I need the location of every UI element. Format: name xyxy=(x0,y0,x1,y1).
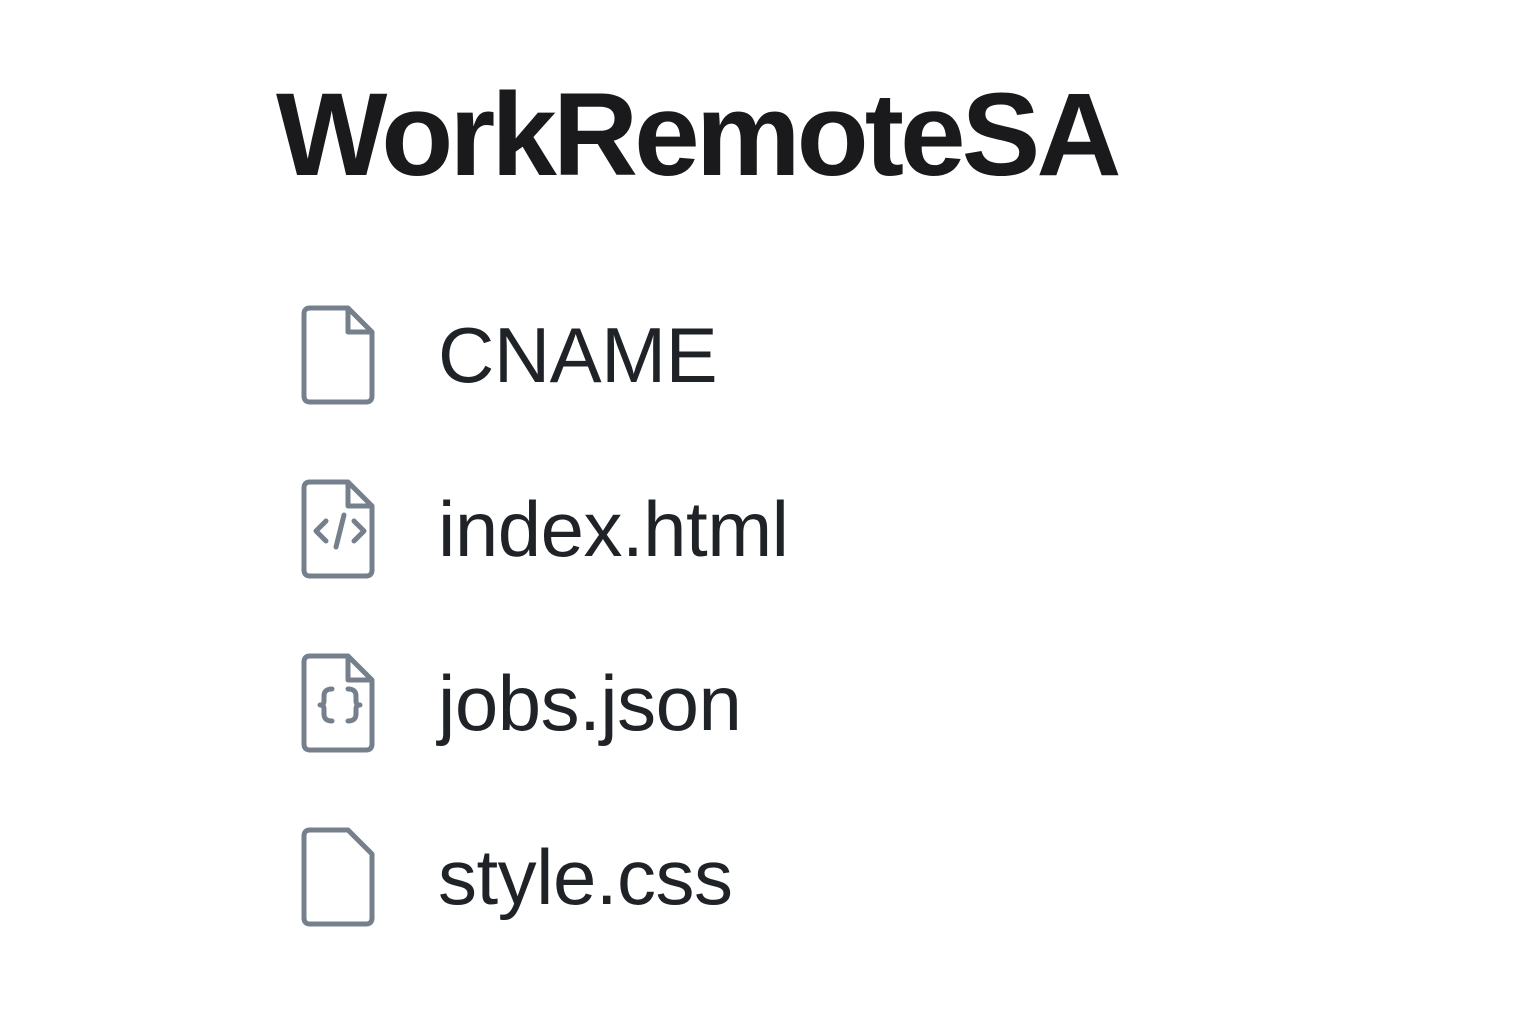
file-name[interactable]: jobs.json xyxy=(438,658,742,748)
file-icon xyxy=(300,303,380,407)
file-row-style-css[interactable]: style.css xyxy=(300,822,789,932)
file-row-cname[interactable]: CNAME xyxy=(300,300,789,410)
file-row-jobs-json[interactable]: jobs.json xyxy=(300,648,789,758)
file-json-icon xyxy=(300,651,380,755)
file-name[interactable]: index.html xyxy=(438,484,789,574)
file-code-icon xyxy=(300,477,380,581)
repo-title[interactable]: WorkRemoteSA xyxy=(276,70,1122,200)
repository-page: WorkRemoteSA CNAME index.html jobs.json … xyxy=(0,0,1536,1024)
file-row-index-html[interactable]: index.html xyxy=(300,474,789,584)
file-list: CNAME index.html jobs.json style.css xyxy=(300,300,789,932)
file-name[interactable]: CNAME xyxy=(438,310,718,400)
file-icon xyxy=(300,825,380,929)
file-name[interactable]: style.css xyxy=(438,832,733,922)
